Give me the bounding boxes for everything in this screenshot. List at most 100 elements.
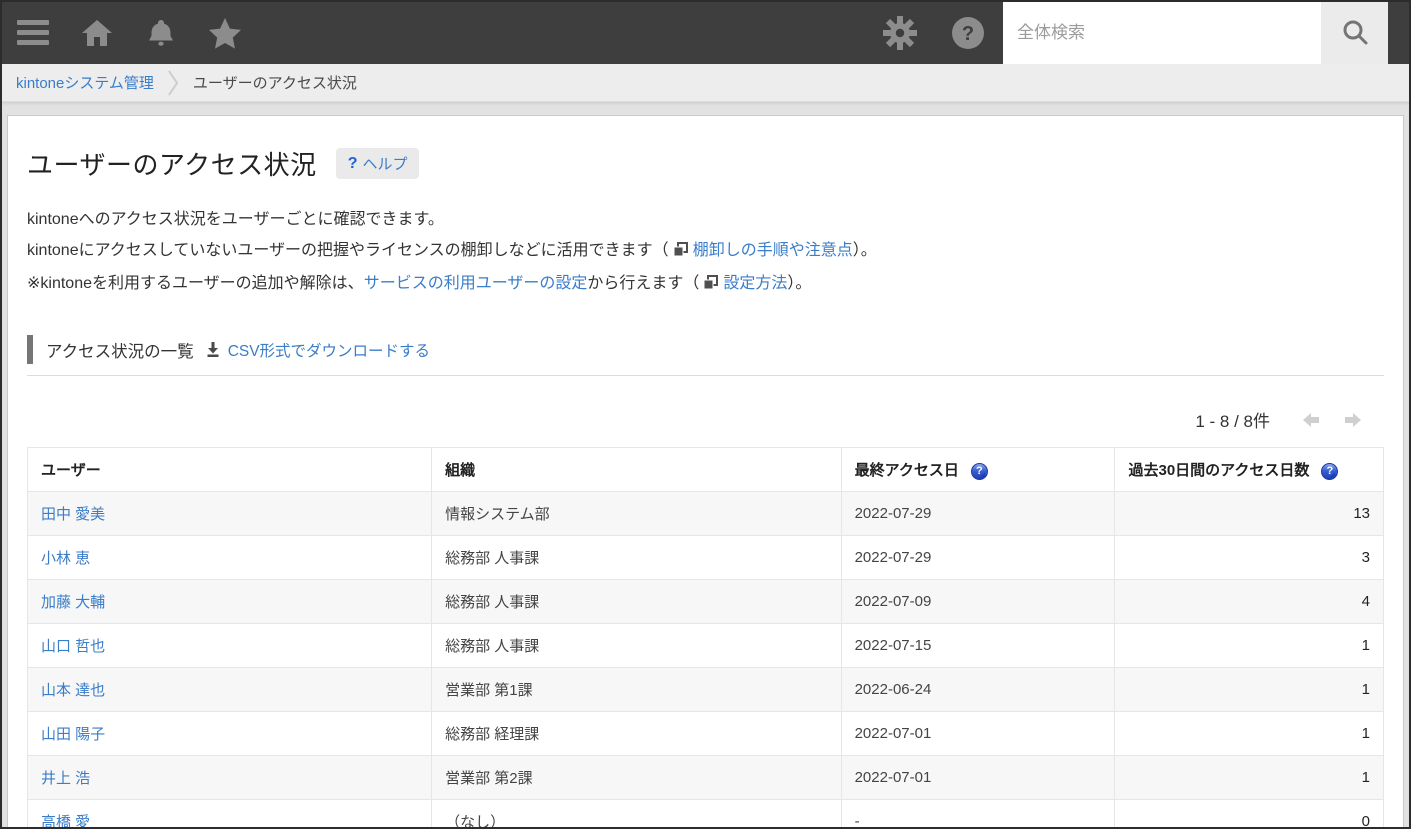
breadcrumb-parent-link[interactable]: kintoneシステム管理: [16, 72, 154, 93]
cell-org: （なし）: [431, 799, 842, 827]
user-link[interactable]: 加藤 大輔: [41, 594, 105, 611]
description-line-2: kintoneにアクセスしていないユーザーの把握やライセンスの棚卸しなどに活用で…: [27, 235, 1384, 268]
section-accent-bar: [27, 335, 33, 364]
cell-user: 山口 哲也: [26, 623, 433, 668]
table-row: 田中 愛美 情報システム部 2022-07-29 13: [26, 491, 1384, 536]
cell-last-access: 2022-07-01: [840, 711, 1116, 756]
table-row: 山田 陽子 総務部 経理課 2022-07-01 1: [26, 711, 1384, 756]
description-line-1: kintoneへのアクセス状況をユーザーごとに確認できます。: [27, 204, 1384, 235]
search-button[interactable]: [1321, 2, 1388, 64]
pagination-arrows: [1300, 411, 1364, 429]
user-link[interactable]: 田中 愛美: [41, 506, 105, 523]
settings-guide-link[interactable]: 設定方法: [723, 275, 787, 292]
cell-user: 田中 愛美: [26, 491, 433, 536]
page-description: kintoneへのアクセス状況をユーザーごとに確認できます。 kintoneにア…: [27, 204, 1384, 301]
star-icon[interactable]: [206, 14, 244, 52]
user-link[interactable]: 高橋 愛: [41, 814, 90, 827]
description-text: ）。: [852, 242, 877, 259]
help-question-icon: ?: [347, 154, 358, 172]
breadcrumb-current: ユーザーのアクセス状況: [192, 75, 357, 92]
hamburger-menu-icon[interactable]: [14, 14, 52, 52]
cell-last-access: 2022-07-01: [840, 755, 1116, 800]
description-text: kintoneへのアクセス状況をユーザーごとに確認できます。: [27, 211, 444, 228]
cell-last-access: 2022-07-29: [840, 491, 1116, 536]
prev-page-icon[interactable]: [1300, 411, 1320, 429]
cell-user: 加藤 大輔: [26, 579, 433, 624]
next-page-icon[interactable]: [1344, 411, 1364, 429]
cell-user: 高橋 愛: [26, 799, 433, 827]
pagination-label: 1 - 8 / 8件: [1195, 412, 1270, 431]
cell-user: 山本 達也: [26, 667, 433, 712]
cell-org: 営業部 第2課: [431, 755, 842, 800]
cell-access-days: 3: [1114, 535, 1384, 580]
description-text: ※kintoneを利用するユーザーの追加や解除は、: [27, 275, 364, 292]
help-button-label: ヘルプ: [362, 156, 408, 173]
cell-org: 総務部 経理課: [431, 711, 842, 756]
description-text: kintoneにアクセスしていないユーザーの把握やライセンスの棚卸しなどに活用で…: [27, 242, 669, 259]
download-icon: [205, 341, 221, 358]
cell-org: 総務部 人事課: [431, 623, 842, 668]
cell-org: 総務部 人事課: [431, 535, 842, 580]
cell-last-access: 2022-07-09: [840, 579, 1116, 624]
column-header-label: 過去30日間のアクセス日数: [1128, 462, 1310, 479]
section-title: アクセス状況の一覧: [46, 342, 194, 361]
cell-last-access: 2022-07-15: [840, 623, 1116, 668]
user-link[interactable]: 山田 陽子: [41, 726, 105, 743]
svg-text:?: ?: [962, 23, 974, 45]
app-window: ? kintoneシステム管理 ユーザーのアクセス状況 ユーザーのアクセス状況 …: [0, 0, 1411, 829]
external-link-icon: [673, 237, 688, 268]
user-link[interactable]: 井上 浩: [41, 770, 90, 787]
user-link[interactable]: 山口 哲也: [41, 638, 105, 655]
external-link-icon: [703, 270, 719, 301]
notification-bell-icon[interactable]: [142, 14, 180, 52]
home-icon[interactable]: [78, 14, 116, 52]
user-link[interactable]: 小林 恵: [41, 550, 90, 567]
page-title: ユーザーのアクセス状況: [27, 150, 317, 180]
cell-user: 小林 恵: [26, 535, 433, 580]
table-row: 山口 哲也 総務部 人事課 2022-07-15 1: [26, 623, 1384, 668]
pagination: 1 - 8 / 8件: [27, 407, 1384, 432]
cell-org: 営業部 第1課: [431, 667, 842, 712]
header-left-icons: [14, 14, 244, 52]
page-background: ユーザーのアクセス状況 ? ヘルプ kintoneへのアクセス状況をユーザーごと…: [2, 102, 1409, 827]
search-icon: [1341, 18, 1369, 49]
help-circle-icon[interactable]: ?: [949, 14, 987, 52]
help-button[interactable]: ? ヘルプ: [335, 148, 420, 179]
cell-last-access: 2022-06-24: [840, 667, 1116, 712]
table-row: 加藤 大輔 総務部 人事課 2022-07-09 4: [26, 579, 1384, 624]
access-status-table: ユーザー 組織 最終アクセス日? 過去30日間のアクセス日数? 田中 愛美 情報…: [26, 447, 1384, 827]
global-search: [1003, 2, 1388, 64]
table-row: 高橋 愛 （なし） - 0: [26, 799, 1384, 827]
csv-download-link[interactable]: CSV形式でダウンロードする: [228, 339, 430, 361]
header-right-icons: ?: [881, 14, 987, 52]
breadcrumb: kintoneシステム管理 ユーザーのアクセス状況: [2, 64, 1409, 102]
description-text: ）。: [787, 275, 812, 292]
title-row: ユーザーのアクセス状況 ? ヘルプ: [27, 145, 1384, 182]
gear-icon[interactable]: [881, 14, 919, 52]
table-row: 小林 恵 総務部 人事課 2022-07-29 3: [26, 535, 1384, 580]
cell-access-days: 0: [1114, 799, 1384, 827]
help-bubble-icon[interactable]: ?: [1321, 462, 1339, 480]
cell-access-days: 1: [1114, 711, 1384, 756]
breadcrumb-chevron-icon: [168, 69, 179, 97]
column-header-last-access: 最終アクセス日?: [840, 447, 1116, 492]
cell-access-days: 1: [1114, 667, 1384, 712]
inventory-guide-link[interactable]: 棚卸しの手順や注意点: [693, 242, 853, 259]
table-row: 井上 浩 営業部 第2課 2022-07-01 1: [26, 755, 1384, 800]
description-line-3: ※kintoneを利用するユーザーの追加や解除は、サービスの利用ユーザーの設定か…: [27, 268, 1384, 301]
section-header: アクセス状況の一覧 CSV形式でダウンロードする: [27, 335, 1384, 376]
table-row: 山本 達也 営業部 第1課 2022-06-24 1: [26, 667, 1384, 712]
column-header-label: 最終アクセス日: [854, 462, 959, 479]
cell-org: 総務部 人事課: [431, 579, 842, 624]
global-header: ?: [2, 2, 1409, 64]
column-header-label: ユーザー: [41, 462, 101, 479]
service-user-settings-link[interactable]: サービスの利用ユーザーの設定: [364, 275, 588, 292]
user-link[interactable]: 山本 達也: [41, 682, 105, 699]
cell-user: 井上 浩: [26, 755, 433, 800]
search-input[interactable]: [1003, 2, 1321, 64]
cell-last-access: -: [840, 799, 1116, 827]
column-header-label: 組織: [445, 462, 476, 479]
help-bubble-icon[interactable]: ?: [970, 462, 988, 480]
cell-access-days: 4: [1114, 579, 1384, 624]
cell-access-days: 1: [1114, 623, 1384, 668]
